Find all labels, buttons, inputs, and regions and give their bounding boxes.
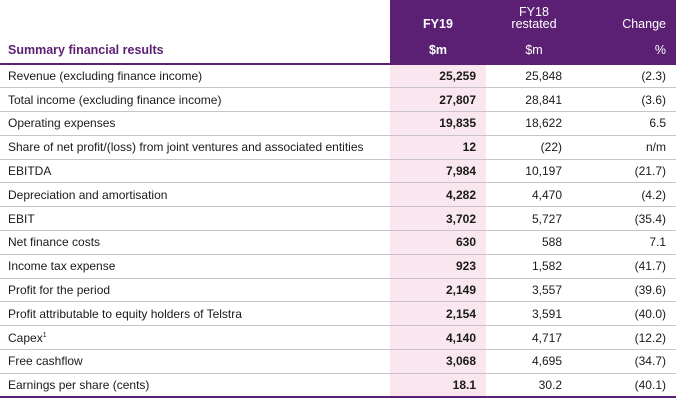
row-label-text: Share of net profit/(loss) from joint ve… [8,140,364,155]
value-fy19: 27,807 [390,87,486,113]
value-change: (34.7) [582,349,676,374]
row-label-text: Free cashflow [8,354,83,369]
row-label-text: Capex [8,330,43,345]
value-fy18: 4,470 [486,182,582,208]
value-fy18: (22) [486,135,582,160]
value-change: (41.7) [582,254,676,279]
value-fy19: 19,835 [390,111,486,136]
row-label-text: Total income (excluding finance income) [8,92,222,107]
row-label: Earnings per share (cents) [0,373,390,399]
unit-header-row: Summary financial results $m $m % [0,37,676,65]
table-row: Net finance costs 630 588 7.1 [0,230,676,255]
row-label: Operating expenses [0,111,390,136]
row-label-text: Income tax expense [8,259,116,274]
column-header-change: Change [582,0,676,37]
row-label: Profit for the period [0,278,390,303]
value-fy19: 18.1 [390,373,486,399]
row-label-text: Earnings per share (cents) [8,378,150,392]
column-header-row: FY19 FY18 restated Change [0,0,676,37]
row-label-text: Profit for the period [8,283,111,298]
column-header-fy19: FY19 [390,0,486,37]
value-fy18: 4,695 [486,349,582,374]
value-change: (2.3) [582,64,676,89]
value-fy19: 25,259 [390,64,486,89]
section-title: Summary financial results [0,37,390,65]
value-change: (12.2) [582,325,676,351]
column-header-fy18-line2: restated [511,17,557,31]
row-label-text: Revenue (excluding finance income) [8,69,203,84]
value-fy19: 3,702 [390,206,486,232]
unit-fy19: $m [390,37,486,65]
financial-results-table-container: FY19 FY18 restated Change Summary financ… [0,0,676,401]
row-label: Capex1 [0,325,390,351]
value-fy18: 18,622 [486,111,582,136]
row-label: Profit attributable to equity holders of… [0,301,390,327]
value-change: (35.4) [582,206,676,232]
row-label: Net finance costs [0,230,390,255]
value-change: (39.6) [582,278,676,303]
table-row: Free cashflow 3,068 4,695 (34.7) [0,349,676,374]
value-change: n/m [582,135,676,160]
footnote-marker: 1 [42,331,47,339]
value-fy19: 4,140 [390,325,486,351]
value-fy19: 12 [390,135,486,160]
value-fy18: 1,582 [486,254,582,279]
value-fy18: 588 [486,230,582,255]
value-fy19: 923 [390,254,486,279]
row-label: Total income (excluding finance income) [0,87,390,113]
row-label-text: Net finance costs [8,235,101,250]
table-body: Revenue (excluding finance income) 25,259… [0,64,676,399]
table-row: Profit attributable to equity holders of… [0,301,676,327]
row-label-text: Depreciation and amortisation [8,187,168,202]
unit-change: % [582,37,676,65]
unit-fy18: $m [486,37,582,65]
value-fy19: 7,984 [390,159,486,184]
value-fy18: 5,727 [486,206,582,232]
value-fy18: 30.2 [486,373,582,399]
value-change: (4.2) [582,182,676,208]
table-row: EBIT 3,702 5,727 (35.4) [0,206,676,232]
value-fy19: 4,282 [390,182,486,208]
table-row: Operating expenses 19,835 18,622 6.5 [0,111,676,136]
table-row: Revenue (excluding finance income) 25,259… [0,64,676,89]
row-label: Depreciation and amortisation [0,182,390,208]
row-label-text: EBITDA [8,164,52,179]
row-label: Revenue (excluding finance income) [0,64,390,89]
table-row: Income tax expense 923 1,582 (41.7) [0,254,676,279]
value-fy18: 3,557 [486,278,582,303]
header-blank-cell [0,0,390,37]
row-label-text: EBIT [8,211,35,226]
value-fy18: 4,717 [486,325,582,351]
row-label: Income tax expense [0,254,390,279]
row-label: EBIT [0,206,390,232]
table-row: Share of net profit/(loss) from joint ve… [0,135,676,160]
table-row: Total income (excluding finance income) 2… [0,87,676,113]
row-label: Free cashflow [0,349,390,374]
value-change: (3.6) [582,87,676,113]
row-label-text: Profit attributable to equity holders of… [8,306,242,321]
value-change: (40.0) [582,301,676,327]
value-fy18: 25,848 [486,64,582,89]
value-fy18: 28,841 [486,87,582,113]
value-fy18: 10,197 [486,159,582,184]
column-header-fy18: FY18 restated [486,0,582,37]
table-row: Earnings per share (cents) 18.1 30.2 (40.1) [0,373,676,399]
table-row: Capex1 4,140 4,717 (12.2) [0,325,676,351]
value-change: 6.5 [582,111,676,136]
value-fy19: 3,068 [390,349,486,374]
row-label: EBITDA [0,159,390,184]
value-change: (40.1) [582,373,676,399]
value-fy19: 2,154 [390,301,486,327]
row-label: Share of net profit/(loss) from joint ve… [0,135,390,160]
value-fy18: 3,591 [486,301,582,327]
summary-financial-results-table: FY19 FY18 restated Change Summary financ… [0,0,676,399]
value-fy19: 630 [390,230,486,255]
row-label-text: Operating expenses [8,116,116,131]
table-row: Profit for the period 2,149 3,557 (39.6) [0,278,676,303]
value-change: (21.7) [582,159,676,184]
table-row: EBITDA 7,984 10,197 (21.7) [0,159,676,184]
value-change: 7.1 [582,230,676,255]
value-fy19: 2,149 [390,278,486,303]
table-row: Depreciation and amortisation 4,282 4,470(… [0,182,676,208]
